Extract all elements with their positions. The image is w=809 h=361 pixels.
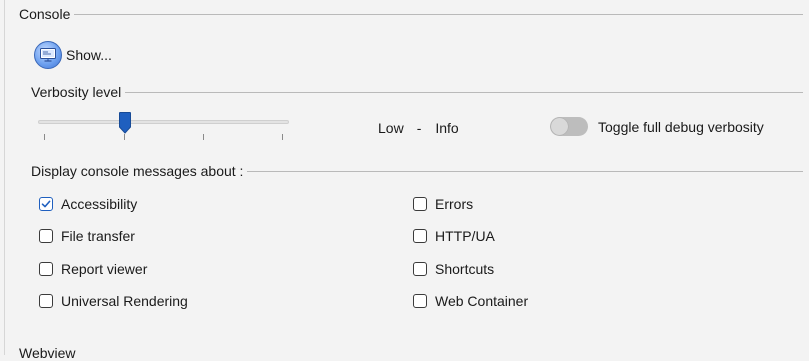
verbosity-separator: - xyxy=(416,120,422,136)
console-group-divider xyxy=(74,13,803,15)
debug-verbosity-label: Toggle full debug verbosity xyxy=(598,118,764,135)
show-console-label: Show... xyxy=(66,47,112,63)
checkbox-universal-rendering[interactable]: Universal Rendering xyxy=(39,293,188,309)
console-group-title: Console xyxy=(19,6,71,22)
debug-verbosity-toggle[interactable]: Toggle full debug verbosity xyxy=(550,117,764,136)
checkbox-report-viewer[interactable]: Report viewer xyxy=(39,261,147,277)
monitor-console-icon xyxy=(34,41,62,69)
checkmark-icon xyxy=(41,200,51,208)
checkbox-box[interactable] xyxy=(413,229,427,243)
checkbox-label: Web Container xyxy=(435,293,529,309)
checkbox-web-container[interactable]: Web Container xyxy=(413,293,528,309)
checkbox-accessibility[interactable]: Accessibility xyxy=(39,196,137,212)
webview-group-title: Webview xyxy=(19,345,76,361)
checkbox-label: Report viewer xyxy=(61,261,148,277)
checkbox-box[interactable] xyxy=(39,229,53,243)
checkbox-box[interactable] xyxy=(39,294,53,308)
verbosity-min-label: Low xyxy=(378,120,404,136)
checkbox-box[interactable] xyxy=(39,262,53,276)
console-group-header: Console xyxy=(19,6,803,22)
show-console-button[interactable]: Show... xyxy=(34,40,112,70)
slider-track[interactable] xyxy=(38,120,289,124)
messages-group-header: Display console messages about : xyxy=(31,163,803,179)
checkbox-box[interactable] xyxy=(413,294,427,308)
checkbox-label: HTTP/UA xyxy=(435,228,495,244)
toggle-knob xyxy=(551,118,568,135)
checkbox-label: Errors xyxy=(435,196,474,212)
checkbox-box[interactable] xyxy=(413,262,427,276)
checkbox-box[interactable] xyxy=(413,197,427,211)
slider-tick xyxy=(203,134,204,140)
verbosity-divider xyxy=(125,91,803,93)
checkbox-errors[interactable]: Errors xyxy=(413,196,473,212)
verbosity-group-header: Verbosity level xyxy=(31,84,803,100)
checkbox-box[interactable] xyxy=(39,197,53,211)
left-border xyxy=(4,0,5,355)
checkbox-label: Universal Rendering xyxy=(61,293,188,309)
slider-tick xyxy=(44,134,45,140)
checkbox-file-transfer[interactable]: File transfer xyxy=(39,228,135,244)
verbosity-level-readout: Low - Info xyxy=(378,120,459,136)
verbosity-slider[interactable] xyxy=(38,112,290,144)
verbosity-current-label: Info xyxy=(435,120,459,136)
verbosity-title: Verbosity level xyxy=(31,84,122,100)
toggle-track[interactable] xyxy=(550,117,588,136)
messages-divider xyxy=(247,170,803,172)
slider-tick xyxy=(282,134,283,140)
checkbox-label: Shortcuts xyxy=(435,261,495,277)
webview-group-header: Webview xyxy=(19,345,803,361)
checkbox-shortcuts[interactable]: Shortcuts xyxy=(413,261,494,277)
checkbox-label: Accessibility xyxy=(61,196,138,212)
slider-thumb[interactable] xyxy=(118,112,131,134)
checkbox-http-ua[interactable]: HTTP/UA xyxy=(413,228,495,244)
checkbox-label: File transfer xyxy=(61,228,135,244)
slider-tick xyxy=(124,134,125,140)
messages-title: Display console messages about : xyxy=(31,163,244,179)
